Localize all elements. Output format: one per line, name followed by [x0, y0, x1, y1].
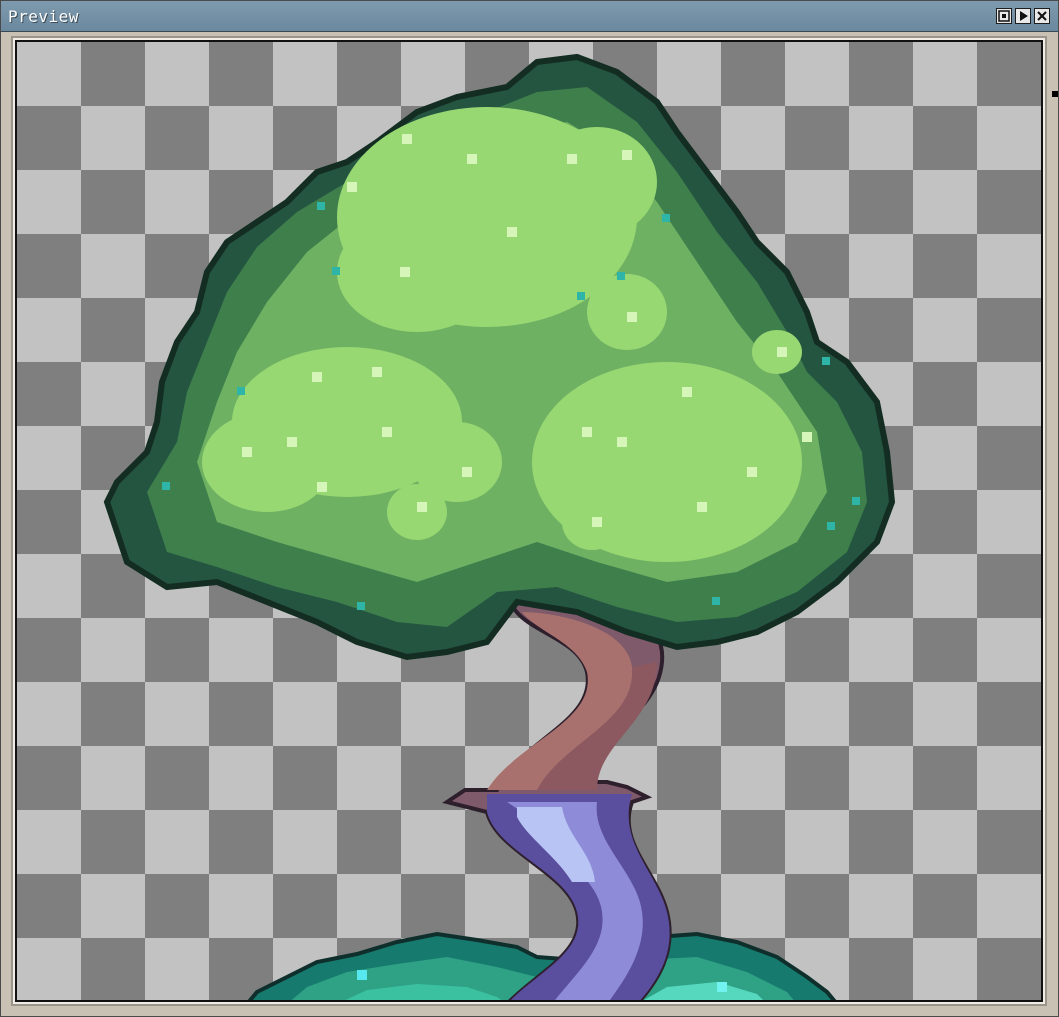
preview-canvas[interactable] [15, 40, 1043, 1002]
close-button[interactable] [1034, 8, 1050, 24]
window-title: Preview [8, 7, 79, 26]
tree-sprite [103, 53, 896, 1000]
tree-canopy [103, 53, 896, 661]
fit-icon [998, 10, 1010, 22]
play-icon [1020, 11, 1028, 21]
titlebar[interactable]: Preview [1, 1, 1058, 32]
play-button[interactable] [1015, 8, 1031, 24]
window-controls [996, 8, 1050, 24]
fit-button[interactable] [996, 8, 1012, 24]
scroll-indicator [1052, 91, 1058, 97]
close-icon [1037, 11, 1047, 21]
preview-window: Preview [0, 0, 1059, 1017]
